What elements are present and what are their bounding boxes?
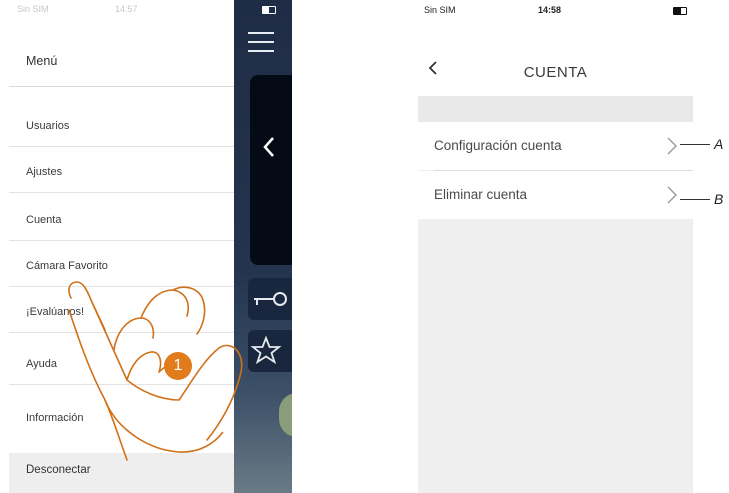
left-phone-screen: Sin SIM 14:57 Menú Usuarios Ajustes Cuen… bbox=[9, 0, 292, 493]
status-bar: Sin SIM 14:58 bbox=[418, 0, 693, 22]
row-label: Configuración cuenta bbox=[434, 138, 562, 153]
right-phone-screen: Sin SIM 14:58 CUENTA Configuración cuent… bbox=[418, 0, 693, 493]
row-label: Eliminar cuenta bbox=[434, 187, 528, 202]
clock: 14:58 bbox=[538, 5, 562, 15]
chevron-right-icon bbox=[667, 186, 677, 204]
battery-icon bbox=[673, 7, 687, 15]
callout-line bbox=[680, 199, 710, 200]
carrier-label: Sin SIM bbox=[424, 5, 456, 15]
navigation-bar: CUENTA bbox=[418, 22, 693, 96]
callout-label-b: B bbox=[714, 191, 724, 207]
chevron-right-icon bbox=[667, 137, 677, 155]
section-spacer bbox=[418, 96, 693, 122]
step-badge: 1 bbox=[164, 352, 192, 380]
account-settings-row[interactable]: Configuración cuenta bbox=[418, 122, 693, 170]
callout-label-a: A bbox=[714, 136, 724, 152]
callout-line bbox=[680, 144, 710, 145]
page-title: CUENTA bbox=[523, 64, 588, 81]
pointing-hand-icon bbox=[68, 281, 243, 461]
delete-account-row[interactable]: Eliminar cuenta bbox=[418, 171, 693, 219]
